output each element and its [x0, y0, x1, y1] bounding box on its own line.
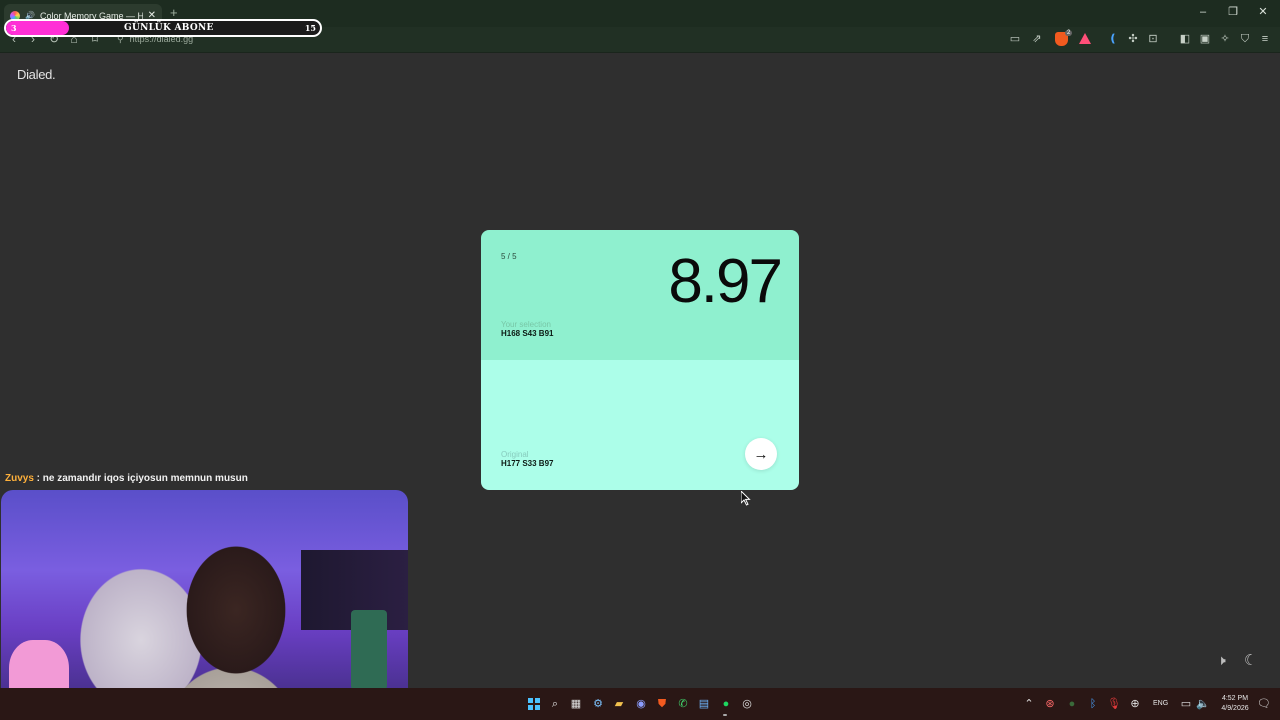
sub-goal-target: 15: [304, 23, 316, 33]
restore-icon[interactable]: ❐: [1226, 6, 1240, 18]
close-window-icon[interactable]: ✕: [1256, 6, 1270, 18]
original-value: H177 S33 B97: [501, 459, 554, 468]
brave-taskbar-icon[interactable]: ⛊: [655, 697, 669, 711]
file-explorer-icon[interactable]: ▰: [612, 697, 626, 711]
chat-text: : ne zamandır iqos içiyosun memnun musun: [33, 473, 248, 484]
screenshot-icon[interactable]: ⊡: [1146, 32, 1160, 46]
selection-label: Your selection: [501, 320, 551, 329]
original-swatch: Original H177 S33 B97 →: [481, 360, 799, 490]
selection-swatch: 5 / 5 8.97 Your selection H168 S43 B91: [481, 230, 799, 360]
active-app-indicator: [723, 714, 727, 716]
clock-time: 4:52 PM: [1221, 695, 1249, 702]
webcam-feed: [1, 490, 408, 720]
webcam-tumbler: [351, 610, 387, 690]
sound-toggle-icon[interactable]: 🕨: [1217, 652, 1226, 669]
new-tab-button[interactable]: +: [170, 6, 178, 19]
result-card: 5 / 5 8.97 Your selection H168 S43 B91 O…: [481, 230, 799, 490]
brave-rewards-icon[interactable]: [1079, 33, 1091, 44]
menu-icon[interactable]: ≡: [1258, 32, 1272, 46]
clock-date: 4/9/2026: [1221, 705, 1249, 712]
minimize-icon[interactable]: –: [1196, 6, 1210, 18]
round-counter: 5 / 5: [501, 252, 517, 261]
sub-goal-bar: 3 GÜNLÜK ABONE 15: [4, 19, 322, 37]
start-icon[interactable]: [528, 698, 540, 710]
network-icon[interactable]: ⊕: [1128, 697, 1142, 711]
obs-icon[interactable]: ◎: [740, 697, 754, 711]
arrow-right-icon: →: [753, 445, 769, 463]
cast-icon[interactable]: ▭: [1008, 32, 1022, 46]
sidebar-icon[interactable]: ◧: [1178, 32, 1192, 46]
chat-message: Zuvys : ne zamandır iqos içiyosun memnun…: [5, 473, 248, 484]
extensions-icon[interactable]: ✣: [1126, 32, 1140, 46]
search-icon[interactable]: ⌕: [548, 697, 562, 711]
mouse-cursor-icon: [741, 491, 751, 506]
leo-ai-icon[interactable]: ✧: [1218, 32, 1232, 46]
bluetooth-icon[interactable]: ᛒ: [1086, 697, 1100, 711]
media-icon[interactable]: ❪: [1106, 32, 1120, 46]
sub-goal-label: GÜNLÜK ABONE: [124, 23, 214, 33]
whatsapp-icon[interactable]: ✆: [676, 697, 690, 711]
photos-icon[interactable]: ▤: [697, 697, 711, 711]
share-icon[interactable]: ⇗: [1030, 32, 1044, 46]
spotify-icon[interactable]: ●: [719, 697, 733, 711]
round-score: 8.97: [668, 247, 783, 316]
volume-icon[interactable]: 🔈: [1196, 697, 1210, 711]
display-icon[interactable]: ▭: [1179, 697, 1193, 711]
original-label: Original: [501, 450, 529, 459]
discord-icon[interactable]: ◉: [634, 697, 648, 711]
notifications-icon[interactable]: 🗨: [1257, 697, 1271, 711]
calendar-app-icon[interactable]: ▦: [569, 697, 583, 711]
chat-username: Zuvys: [5, 473, 34, 484]
language-indicator[interactable]: ENG: [1153, 700, 1168, 707]
tray-status-icon[interactable]: ●: [1065, 697, 1079, 711]
selection-value: H168 S43 B91: [501, 329, 554, 338]
vpn-icon[interactable]: ⛉: [1238, 32, 1252, 46]
show-hidden-icons-icon[interactable]: ⌃: [1022, 697, 1036, 711]
next-button[interactable]: →: [745, 438, 777, 470]
sub-goal-count: 3: [11, 23, 17, 33]
theme-toggle-icon[interactable]: ☾: [1244, 651, 1257, 669]
site-logo[interactable]: Dialed.: [17, 67, 56, 82]
settings-icon[interactable]: ⚙: [591, 697, 605, 711]
microphone-icon[interactable]: 🎙: [1107, 697, 1121, 711]
tray-app-icon[interactable]: ⊛: [1043, 697, 1057, 711]
wallet-icon[interactable]: ▣: [1198, 32, 1212, 46]
system-clock[interactable]: 4:52 PM 4/9/2026: [1213, 694, 1257, 714]
